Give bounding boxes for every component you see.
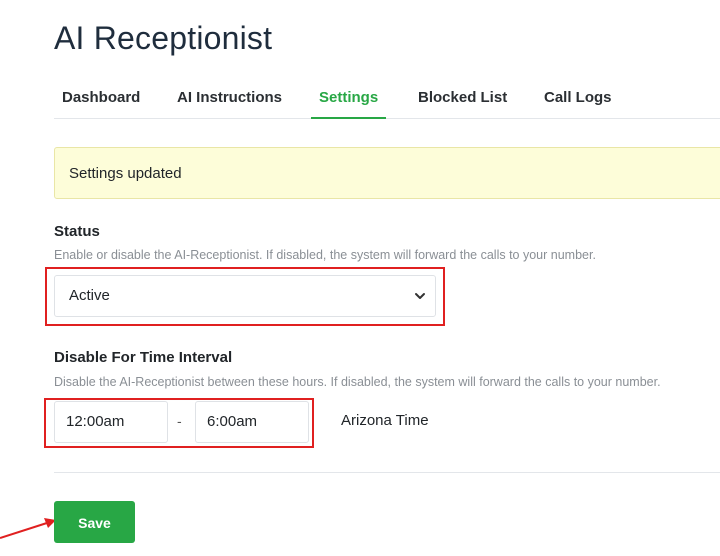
tab-blocked-list[interactable]: Blocked List: [418, 78, 507, 118]
start-time-input[interactable]: 12:00am: [54, 401, 168, 443]
status-label: Status: [54, 223, 100, 240]
divider: [54, 472, 720, 473]
status-help-text: Enable or disable the AI-Receptionist. I…: [54, 248, 596, 262]
interval-help-text: Disable the AI-Receptionist between thes…: [54, 375, 661, 389]
tab-settings[interactable]: Settings: [310, 78, 387, 119]
status-select-value: Active: [69, 287, 110, 304]
tab-ai-instructions[interactable]: AI Instructions: [177, 78, 282, 118]
chevron-down-icon: [415, 293, 425, 299]
timezone-label: Arizona Time: [341, 412, 429, 429]
status-select[interactable]: Active: [54, 275, 436, 317]
save-button[interactable]: Save: [54, 501, 135, 543]
tab-call-logs[interactable]: Call Logs: [544, 78, 612, 118]
end-time-input[interactable]: 6:00am: [195, 401, 309, 443]
time-separator: -: [177, 413, 182, 429]
page-title: AI Receptionist: [54, 20, 273, 56]
interval-label: Disable For Time Interval: [54, 349, 233, 366]
tab-bar: Dashboard AI Instructions Settings Block…: [54, 78, 720, 119]
success-alert: Settings updated: [54, 147, 720, 199]
tab-dashboard[interactable]: Dashboard: [62, 78, 140, 118]
